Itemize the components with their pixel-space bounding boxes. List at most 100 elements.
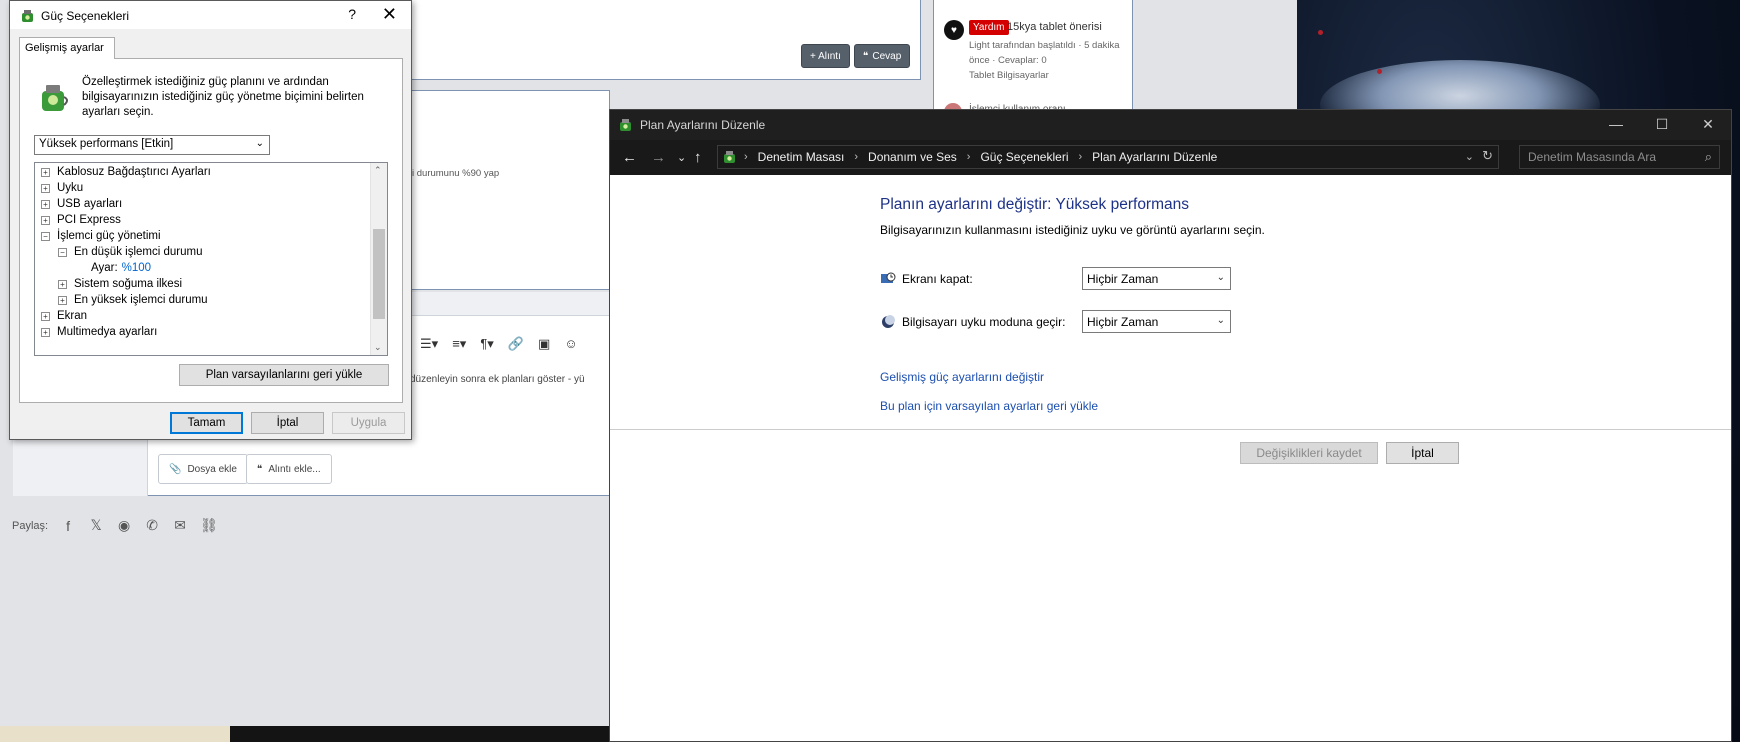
search-icon: ⌕	[1704, 149, 1712, 164]
attach-file-button[interactable]: 📎 Dosya ekle	[158, 454, 248, 484]
sidebar-thread-card[interactable]: ♥ Yardım 15kya tablet önerisi Light tara…	[933, 0, 1133, 115]
link-icon[interactable]: 🔗	[508, 336, 524, 352]
setting-value[interactable]: %100	[122, 262, 151, 274]
wallpaper-dot	[1377, 69, 1382, 74]
quote-button[interactable]: + Alıntı	[801, 44, 850, 68]
collapse-icon[interactable]: −	[58, 247, 67, 257]
forum-post-card: + Alıntı ❝ Cevap	[370, 0, 921, 80]
paragraph-icon[interactable]: ¶▾	[480, 336, 494, 352]
minimize-icon[interactable]: —	[1593, 110, 1639, 140]
up-arrow-icon[interactable]: ↑	[694, 149, 702, 166]
expand-icon[interactable]: +	[41, 327, 50, 337]
emoji-icon[interactable]: ☺	[564, 336, 577, 352]
cancel-button[interactable]: İptal	[251, 412, 324, 434]
page-title: Planın ayarlarını değiştir: Yüksek perfo…	[880, 196, 1190, 213]
reddit-icon[interactable]: ◉	[116, 517, 132, 534]
power-options-dialog: Güç Seçenekleri ? ✕ Gelişmiş ayarlar Öze…	[9, 0, 412, 440]
dialog-titlebar[interactable]: Güç Seçenekleri ? ✕	[10, 1, 411, 29]
breadcrumb-item[interactable]: Plan Ayarlarını Düzenle	[1092, 150, 1217, 164]
breadcrumb-item[interactable]: Denetim Masası	[758, 150, 845, 164]
display-off-select[interactable]: Hiçbir Zaman ⌄	[1082, 267, 1231, 290]
restore-defaults-button[interactable]: Plan varsayılanlarını geri yükle	[179, 364, 389, 386]
scroll-up-icon[interactable]: ⌃	[374, 165, 382, 176]
attach-quote-button[interactable]: ❝ Alıntı ekle...	[246, 454, 332, 484]
expand-icon[interactable]: +	[41, 167, 50, 177]
restore-defaults-link[interactable]: Bu plan için varsayılan ayarları geri yü…	[880, 399, 1098, 413]
scroll-thumb[interactable]	[373, 229, 385, 319]
advanced-settings-link[interactable]: Gelişmiş güç ayarlarını değiştir	[880, 370, 1044, 384]
share-label: Paylaş:	[12, 519, 49, 532]
tab-advanced-settings[interactable]: Gelişmiş ayarlar	[19, 37, 115, 59]
chevron-down-icon[interactable]: ⌄	[1465, 150, 1474, 163]
taskbar-strip	[0, 726, 230, 742]
moon-icon	[882, 315, 895, 328]
help-icon[interactable]: ?	[348, 6, 356, 22]
mail-icon[interactable]: ✉	[172, 517, 188, 534]
ok-button[interactable]: Tamam	[170, 412, 243, 434]
apply-button[interactable]: Uygula	[332, 412, 405, 434]
expand-icon[interactable]: +	[41, 311, 50, 321]
power-options-icon	[22, 10, 33, 22]
recent-chevron-icon[interactable]: ⌄	[677, 151, 686, 164]
breadcrumb-item[interactable]: Donanım ve Ses	[868, 150, 957, 164]
chevron-right-icon[interactable]: ›	[1078, 151, 1082, 163]
display-off-row: Ekranı kapat:	[880, 271, 973, 287]
window-titlebar[interactable]: Plan Ayarlarını Düzenle — ☐ ✕	[610, 110, 1731, 140]
navigation-bar: ← → ⌄ ↑ › Denetim Masası › Donanım ve Se…	[610, 140, 1731, 175]
address-bar[interactable]: › Denetim Masası › Donanım ve Ses › Güç …	[717, 145, 1499, 169]
display-clock-icon	[881, 272, 896, 283]
thread-title[interactable]: 15kya tablet önerisi	[1007, 21, 1102, 33]
scroll-down-icon[interactable]: ⌄	[374, 342, 382, 353]
editor-gutter	[13, 440, 148, 496]
status-badge: Yardım	[969, 20, 1009, 35]
expand-icon[interactable]: +	[58, 279, 67, 289]
cancel-button[interactable]: İptal	[1386, 442, 1459, 464]
save-changes-button[interactable]: Değişiklikleri kaydet	[1240, 442, 1378, 464]
thread-meta: Light tarafından başlatıldı · 5 dakika ö…	[969, 40, 1120, 81]
dialog-description: Özelleştirmek istediğiniz güç planını ve…	[82, 76, 364, 118]
forward-arrow-icon[interactable]: →	[651, 149, 666, 166]
quote-marks-icon: ❝	[863, 50, 869, 62]
breadcrumb-item[interactable]: Güç Seçenekleri	[980, 150, 1068, 164]
collapse-icon[interactable]: −	[41, 231, 50, 241]
chevron-right-icon[interactable]: ›	[967, 151, 971, 163]
expand-icon[interactable]: +	[41, 183, 50, 193]
maximize-icon[interactable]: ☐	[1639, 110, 1685, 140]
paperclip-icon: 📎	[169, 463, 182, 475]
link-icon[interactable]: ⛓	[200, 517, 218, 534]
whatsapp-icon[interactable]: ✆	[144, 517, 160, 534]
close-icon[interactable]: ✕	[382, 4, 397, 25]
reply-text[interactable]: düzenleyin sonra ek planları göster - yü	[410, 374, 585, 385]
power-plan-select[interactable]: Yüksek performans [Etkin] ⌄	[34, 135, 270, 155]
share-bar: Paylaş: f 𝕏 ◉ ✆ ✉ ⛓	[12, 517, 218, 534]
search-input[interactable]: Denetim Masasında Ara ⌕	[1519, 145, 1720, 169]
divider	[610, 429, 1731, 430]
facebook-icon[interactable]: f	[60, 518, 76, 534]
expand-icon[interactable]: +	[41, 199, 50, 209]
x-icon[interactable]: 𝕏	[88, 517, 104, 534]
align-icon[interactable]: ≡▾	[452, 336, 466, 352]
quote-marks-icon: ❝	[257, 463, 263, 475]
chevron-down-icon: ⌄	[1216, 272, 1225, 283]
list-icon[interactable]: ☰▾	[420, 336, 438, 352]
expand-icon[interactable]: +	[58, 295, 67, 305]
power-options-icon	[724, 151, 735, 163]
tree-item-multimedia[interactable]: + Multimedya ayarları	[41, 323, 157, 341]
power-plan-icon	[42, 85, 68, 111]
sleep-select[interactable]: Hiçbir Zaman ⌄	[1082, 310, 1231, 333]
editor-toolbar: ☰▾ ≡▾ ¶▾ 🔗 ▣ ☺	[420, 336, 578, 352]
chevron-down-icon: ⌄	[1216, 315, 1225, 326]
close-icon[interactable]: ✕	[1685, 110, 1731, 140]
page-subtitle: Bilgisayarınızın kullanmasını istediğini…	[880, 223, 1265, 237]
tree-scrollbar[interactable]: ⌃ ⌄	[370, 163, 387, 355]
settings-tree[interactable]: + Kablosuz Bağdaştırıcı Ayarları + Uyku + U…	[34, 162, 388, 356]
expand-icon[interactable]: +	[41, 215, 50, 225]
control-panel-window: Plan Ayarlarını Düzenle — ☐ ✕ ← → ⌄ ↑ › …	[609, 109, 1732, 742]
back-arrow-icon[interactable]: ←	[622, 149, 637, 166]
chevron-down-icon: ⌄	[255, 138, 264, 149]
chevron-right-icon[interactable]: ›	[854, 151, 858, 163]
refresh-icon[interactable]: ↻	[1482, 148, 1493, 164]
reply-button[interactable]: ❝ Cevap	[854, 44, 911, 68]
image-icon[interactable]: ▣	[538, 336, 550, 352]
sleep-row: Bilgisayarı uyku moduna geçir:	[880, 314, 1065, 330]
